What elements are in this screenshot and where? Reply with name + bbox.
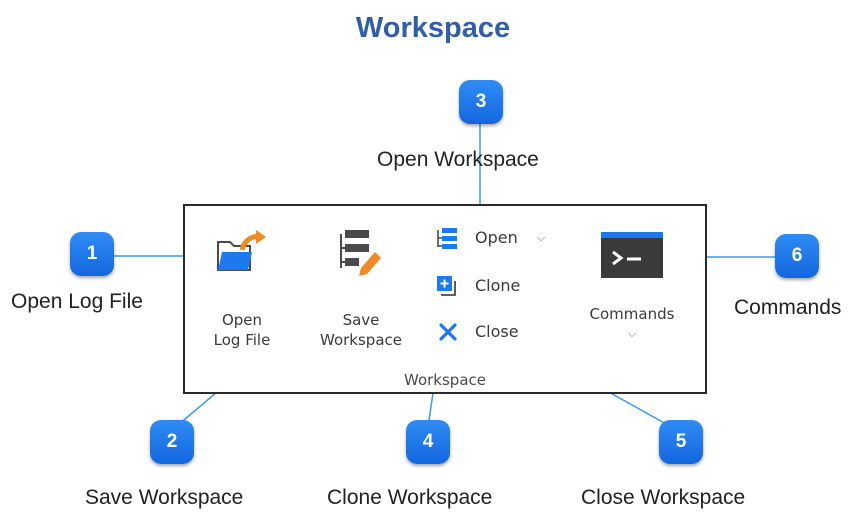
- workspace-ribbon-group: Open Log File Save Workspace Open ⌵ Clon…: [183, 204, 707, 394]
- close-workspace-button[interactable]: Close: [433, 318, 563, 346]
- callout-caption-2: Save Workspace: [85, 486, 244, 509]
- clone-label: Clone: [475, 276, 521, 295]
- clone-workspace-button[interactable]: Clone: [433, 272, 563, 300]
- commands-button[interactable]: Commands ⌵: [567, 222, 697, 367]
- open-workspace-button[interactable]: Open ⌵: [433, 224, 563, 252]
- open-log-file-label: Open Log File: [213, 311, 271, 349]
- save-workspace-label: Save Workspace: [320, 311, 402, 349]
- save-workspace-button[interactable]: Save Workspace: [303, 222, 419, 367]
- callout-badge-6: 6: [775, 234, 819, 278]
- workspace-list-icon: [437, 228, 457, 249]
- callout-caption-1: Open Log File: [11, 290, 143, 313]
- folder-open-arrow-icon: [217, 230, 266, 271]
- commands-label: Commands: [589, 305, 675, 323]
- callout-badge-1: 1: [70, 232, 114, 276]
- callout-caption-5: Close Workspace: [581, 486, 746, 509]
- save-workspace-icon: [340, 230, 381, 276]
- callout-badge-2: 2: [150, 420, 194, 464]
- close-label: Close: [475, 322, 519, 341]
- ribbon-group-label: Workspace: [404, 371, 486, 389]
- callout-caption-3: Open Workspace: [377, 148, 539, 171]
- terminal-icon: [601, 232, 663, 278]
- callout-badge-5: 5: [659, 420, 703, 464]
- close-x-icon: [439, 323, 457, 341]
- clone-icon: [437, 276, 456, 296]
- open-label: Open: [475, 228, 518, 247]
- callout-badge-4: 4: [406, 420, 450, 464]
- callout-badge-3: 3: [459, 80, 503, 124]
- open-log-file-button[interactable]: Open Log File: [199, 222, 285, 367]
- chevron-down-icon: ⌵: [537, 232, 546, 244]
- chevron-down-icon: ⌵: [627, 328, 637, 340]
- callout-caption-6: Commands: [734, 296, 842, 319]
- callout-caption-4: Clone Workspace: [327, 486, 493, 509]
